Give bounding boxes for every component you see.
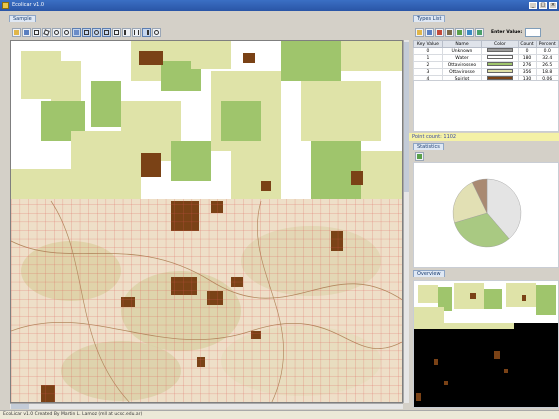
fit-icon[interactable] — [112, 27, 121, 37]
color-swatch[interactable] — [486, 48, 513, 53]
filter-icon[interactable] — [455, 27, 464, 37]
tab-overview[interactable]: Overview — [413, 270, 445, 277]
enter-value-label: Enter Value: — [491, 29, 523, 35]
save-icon[interactable] — [22, 27, 31, 37]
count-cell: 356 — [517, 68, 537, 76]
classified-region — [11, 41, 402, 199]
color-cell[interactable] — [481, 54, 519, 62]
name-cell: Ottavirosseo — [441, 61, 483, 69]
column-header[interactable]: Color — [481, 40, 519, 48]
polygon-icon[interactable] — [42, 27, 51, 37]
tab-statistics[interactable]: Statistics — [413, 143, 444, 150]
name-cell: Water — [441, 54, 483, 62]
color-cell[interactable] — [481, 47, 519, 55]
column-header[interactable]: Name — [441, 40, 483, 48]
circle-icon[interactable] — [92, 27, 101, 37]
table-row[interactable]: 2 Ottavirosseo 276 26.5 — [413, 61, 559, 69]
brush-icon[interactable] — [445, 27, 454, 37]
percent-cell: 18.8 — [535, 68, 559, 76]
tab-sample[interactable]: Sample — [9, 15, 36, 22]
maximize-icon[interactable]: □ — [539, 2, 547, 9]
column-header[interactable]: Count — [517, 40, 537, 48]
color-swatch[interactable] — [486, 55, 513, 60]
color-cell[interactable] — [481, 61, 519, 69]
tab-types-list[interactable]: Types List — [413, 15, 446, 22]
count-cell: 276 — [517, 61, 537, 69]
zoom-in-icon[interactable] — [52, 27, 61, 37]
status-text: EcoLicar v1.0 Created By Martin L. Lamoz… — [3, 412, 143, 417]
paint-icon[interactable] — [465, 27, 474, 37]
align-right-icon[interactable] — [142, 27, 151, 37]
save-icon[interactable] — [425, 27, 434, 37]
types-toolbar: Enter Value: — [413, 26, 559, 38]
table-header: Key Value Name Color Count Percent — [413, 40, 559, 48]
status-bar: EcoLicar v1.0 Created By Martin L. Lamoz… — [0, 410, 559, 419]
key-value-cell: 2 — [413, 61, 443, 69]
key-value-cell: 3 — [413, 68, 443, 76]
types-table-empty-area — [413, 80, 559, 132]
pie-group — [452, 178, 522, 248]
statistics-toolbar — [413, 151, 559, 162]
column-header[interactable]: Percent — [535, 40, 559, 48]
statistics-panel — [413, 162, 559, 268]
point-count: Point count: 1102 — [409, 133, 559, 141]
zoom-out-icon[interactable] — [62, 27, 71, 37]
window-controls: _ □ × — [529, 2, 557, 9]
export-icon[interactable] — [475, 27, 484, 37]
sample-image-canvas[interactable] — [10, 40, 403, 403]
statistics-pie-chart — [452, 178, 522, 248]
window-title: Ecolicar v1.0 — [12, 2, 45, 8]
chart-icon[interactable] — [415, 152, 424, 161]
refresh-icon[interactable] — [152, 27, 161, 37]
color-swatch[interactable] — [486, 69, 513, 74]
table-row[interactable]: 1 Water 180 32.4 — [413, 54, 559, 62]
open-icon[interactable] — [12, 27, 21, 37]
rect-select-icon[interactable] — [32, 27, 41, 37]
table-row[interactable]: 0 Unknown 0 0.0 — [413, 47, 559, 55]
count-cell: 180 — [517, 54, 537, 62]
title-bar: Ecolicar v1.0 _ □ × — [0, 0, 559, 11]
percent-cell: 0.0 — [535, 47, 559, 55]
count-cell: 0 — [517, 47, 537, 55]
grid-icon[interactable] — [82, 27, 91, 37]
overview-thumbnail — [414, 281, 558, 407]
sample-toolbar — [10, 26, 409, 38]
square-icon[interactable] — [102, 27, 111, 37]
enter-value-input[interactable] — [525, 27, 542, 37]
overview-panel[interactable] — [413, 280, 559, 408]
color-cell[interactable] — [481, 68, 519, 76]
name-cell: Unknown — [441, 47, 483, 55]
pan-icon[interactable] — [72, 27, 81, 37]
name-cell: Ottavirosse — [441, 68, 483, 76]
align-center-icon[interactable] — [132, 27, 141, 37]
close-icon[interactable]: × — [549, 2, 557, 9]
scroll-thumb[interactable] — [404, 42, 409, 192]
scroll-thumb[interactable] — [11, 404, 29, 409]
sample-vertical-scrollbar[interactable] — [403, 40, 409, 403]
color-swatch[interactable] — [486, 62, 513, 67]
percent-cell: 32.4 — [535, 54, 559, 62]
align-left-icon[interactable] — [122, 27, 131, 37]
column-header[interactable]: Key Value — [413, 40, 443, 48]
edit-icon[interactable] — [435, 27, 444, 37]
percent-cell: 26.5 — [535, 61, 559, 69]
sample-image — [11, 41, 402, 402]
source-image-region — [11, 199, 402, 402]
types-table: Key Value Name Color Count Percent 0 Unkn… — [413, 40, 559, 83]
table-row[interactable]: 3 Ottavirosse 356 18.8 — [413, 68, 559, 76]
open-icon[interactable] — [415, 27, 424, 37]
sample-horizontal-scrollbar[interactable] — [10, 403, 403, 409]
key-value-cell: 1 — [413, 54, 443, 62]
app-icon — [2, 2, 9, 9]
key-value-cell: 0 — [413, 47, 443, 55]
minimize-icon[interactable]: _ — [529, 2, 537, 9]
